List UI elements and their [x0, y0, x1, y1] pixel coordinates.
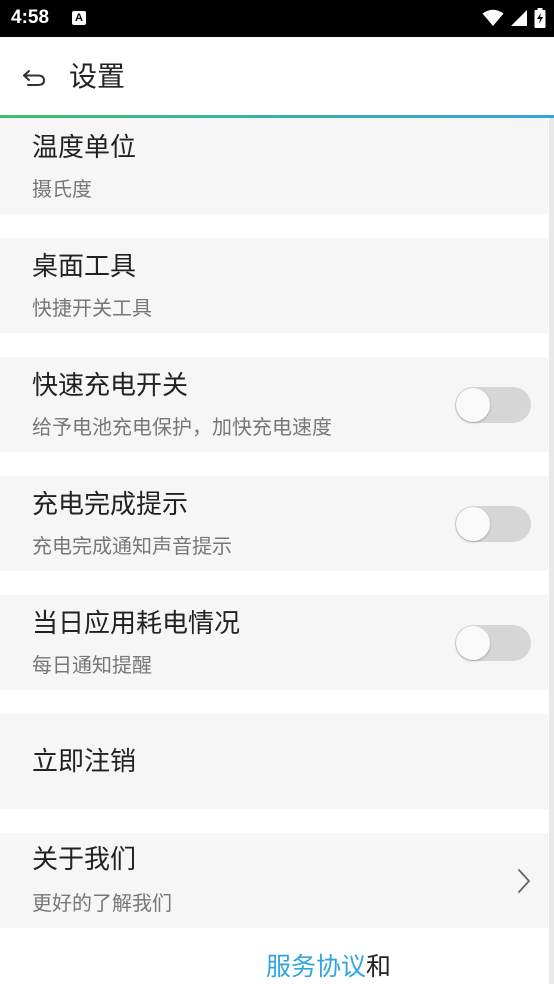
item-title: 立即注销 [32, 747, 137, 777]
item-desc: 更好的了解我们 [32, 891, 172, 915]
item-title: 充电完成提示 [32, 490, 189, 520]
notification-letter: A [75, 12, 83, 24]
about-item[interactable]: 关于我们 更好的了解我们 [0, 833, 548, 928]
toggle-knob [456, 626, 490, 660]
cancel-account-item[interactable]: 立即注销 [0, 714, 548, 809]
page-title: 设置 [69, 60, 126, 93]
scrollbar[interactable] [549, 118, 554, 984]
item-title: 当日应用耗电情况 [32, 609, 241, 639]
item-title: 桌面工具 [32, 252, 137, 282]
charge-complete-item: 充电完成提示 充电完成通知声音提示 [0, 476, 548, 571]
item-value: 快捷开关工具 [32, 296, 152, 320]
daily-usage-item: 当日应用耗电情况 每日通知提醒 [0, 595, 548, 690]
daily-usage-toggle[interactable] [455, 625, 531, 661]
item-title: 快速充电开关 [32, 371, 189, 401]
app-bar: 设置 [0, 37, 554, 117]
service-agreement-link[interactable]: 服务协议 [266, 952, 366, 981]
chevron-right-icon [518, 869, 530, 893]
charge-complete-toggle[interactable] [455, 506, 531, 542]
status-icons [482, 8, 546, 28]
footer-and: 和 [366, 952, 392, 981]
temperature-unit-item[interactable]: 温度单位 摄氏度 [0, 118, 548, 214]
back-icon[interactable] [20, 63, 48, 91]
item-title: 关于我们 [32, 845, 137, 875]
toggle-knob [456, 507, 490, 541]
item-desc: 充电完成通知声音提示 [32, 534, 232, 558]
signal-icon [511, 10, 527, 26]
fast-charge-item: 快速充电开关 给予电池充电保护，加快充电速度 [0, 357, 548, 452]
footer-links: 服务协议和 [266, 950, 391, 984]
item-value: 摄氏度 [32, 177, 92, 201]
item-title: 温度单位 [32, 133, 137, 163]
status-time: 4:58 [11, 7, 50, 28]
notification-icon: A [72, 11, 86, 25]
item-desc: 每日通知提醒 [32, 653, 152, 677]
status-bar: 4:58 A [0, 0, 554, 37]
wifi-icon [482, 9, 504, 26]
battery-icon [534, 8, 546, 28]
fast-charge-toggle[interactable] [455, 387, 531, 423]
desktop-tools-item[interactable]: 桌面工具 快捷开关工具 [0, 238, 548, 333]
toggle-knob [456, 388, 490, 422]
item-desc: 给予电池充电保护，加快充电速度 [32, 415, 332, 439]
